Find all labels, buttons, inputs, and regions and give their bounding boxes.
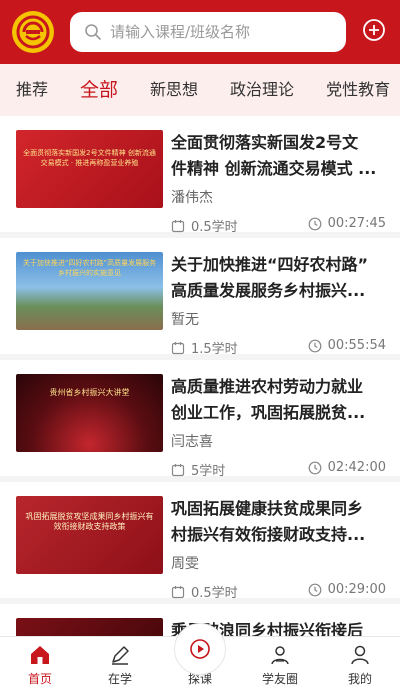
nav-friends-label: 学友圈 [261, 672, 298, 686]
clock-icon [308, 339, 322, 352]
course-item[interactable]: 贵州省乡村振兴大讲堂 高质量推进农村劳动力就业 创业工作，巩固拓展脱贫... 闫… [0, 360, 400, 479]
nav-mine[interactable]: 我的 [320, 637, 400, 693]
explore-bubble[interactable] [174, 623, 226, 675]
nav-learning-label: 在学 [107, 672, 132, 686]
nav-learning[interactable]: 在学 [80, 637, 160, 693]
app-logo[interactable] [12, 11, 54, 53]
nav-explore[interactable]: 探课 [160, 623, 240, 693]
category-tabs: 推荐 全部 新思想 政治理论 党性教育 [0, 64, 400, 116]
course-item[interactable]: 巩固拓展脱贫攻坚成果同乡村振兴有效衔接财政支持政策 巩固拓展健康扶贫成果同乡 村… [0, 482, 400, 601]
tab-political-theory[interactable]: 政治理论 [214, 64, 310, 116]
course-author: 闫志喜 [171, 434, 213, 450]
course-author: 潘伟杰 [171, 190, 213, 206]
user-icon [351, 645, 369, 665]
course-hours: 0.5学时 [171, 582, 238, 601]
calendar-icon [171, 341, 185, 354]
tab-new-thought[interactable]: 新思想 [134, 64, 214, 116]
logo-mark-icon [16, 15, 50, 49]
course-list: 全面贯彻落实新国发2号文件精神 创新流通交易模式 · 推进再称盈营业养殖 全面贯… [0, 116, 400, 636]
course-thumbnail: 关于加快推进“四好农村路”高质量发展服务乡村振兴的实施意见 [16, 252, 163, 330]
search-icon [85, 24, 101, 40]
thumbnail-caption: 全面贯彻落实新国发2号文件精神 创新流通交易模式 · 推进再称盈营业养殖 [23, 149, 156, 167]
play-circle-icon [190, 639, 210, 659]
course-meta: 0.5学时 00:27:45 [171, 216, 386, 235]
thumbnail-caption: 巩固拓展脱贫攻坚成果同乡村振兴有效衔接财政支持政策 [25, 512, 154, 531]
home-icon [31, 646, 49, 664]
clock-icon [308, 583, 322, 596]
calendar-icon [171, 463, 185, 476]
add-circle-icon[interactable] [362, 18, 386, 42]
thumbnail-caption: 贵州省乡村振兴大讲堂 [49, 388, 130, 397]
nav-home[interactable]: 首页 [0, 637, 80, 693]
course-duration: 00:55:54 [308, 338, 386, 353]
course-title: 巩固拓展健康扶贫成果同乡 村振兴有效衔接财政支持... [171, 499, 366, 544]
course-hours: 0.5学时 [171, 216, 238, 235]
course-duration: 02:42:00 [308, 460, 386, 475]
course-hours: 1.5学时 [171, 338, 238, 357]
course-duration: 00:29:00 [308, 582, 386, 597]
course-hours: 5学时 [171, 460, 225, 479]
nav-mine-label: 我的 [347, 672, 372, 686]
calendar-icon [171, 585, 185, 598]
clock-icon [308, 461, 322, 474]
thumbnail-caption: 关于加快推进“四好农村路”高质量发展服务乡村振兴的实施意见 [22, 259, 157, 277]
course-author: 暂无 [171, 312, 199, 328]
course-thumbnail: 巩固拓展脱贫攻坚成果同乡村振兴有效衔接财政支持政策 [16, 496, 163, 574]
course-title: 关于加快推进“四好农村路” 高质量发展服务乡村振兴... [171, 255, 369, 300]
course-item[interactable]: 全面贯彻落实新国发2号文件精神 创新流通交易模式 · 推进再称盈营业养殖 全面贯… [0, 116, 400, 235]
course-duration: 00:27:45 [308, 216, 386, 231]
course-title: 全面贯彻落实新国发2号文 件精神 创新流通交易模式 ... [171, 133, 377, 178]
clock-icon [308, 217, 322, 230]
tab-party-education[interactable]: 党性教育 [310, 64, 400, 116]
course-item[interactable]: 关于加快推进“四好农村路”高质量发展服务乡村振兴的实施意见 关于加快推进“四好农… [0, 238, 400, 357]
course-title: 高质量推进农村劳动力就业 创业工作，巩固拓展脱贫... [171, 377, 366, 422]
course-meta: 0.5学时 00:29:00 [171, 582, 386, 601]
course-thumbnail [16, 618, 163, 636]
pen-icon [112, 646, 129, 665]
calendar-icon [171, 219, 185, 232]
nav-friends[interactable]: 学友圈 [240, 637, 320, 693]
friends-icon [271, 646, 289, 665]
search-input[interactable] [110, 23, 330, 41]
bottom-nav: 首页 在学 探课 学友圈 我的 [0, 623, 400, 693]
course-meta: 1.5学时 00:55:54 [171, 338, 386, 357]
tab-all[interactable]: 全部 [64, 64, 134, 116]
course-thumbnail: 贵州省乡村振兴大讲堂 [16, 374, 163, 452]
nav-home-label: 首页 [27, 672, 52, 686]
search-bar[interactable] [70, 12, 346, 52]
course-author: 周雯 [171, 556, 199, 572]
course-meta: 5学时 02:42:00 [171, 460, 386, 479]
app-header [0, 0, 400, 64]
course-thumbnail: 全面贯彻落实新国发2号文件精神 创新流通交易模式 · 推进再称盈营业养殖 [16, 130, 163, 208]
tab-recommend[interactable]: 推荐 [0, 64, 64, 116]
